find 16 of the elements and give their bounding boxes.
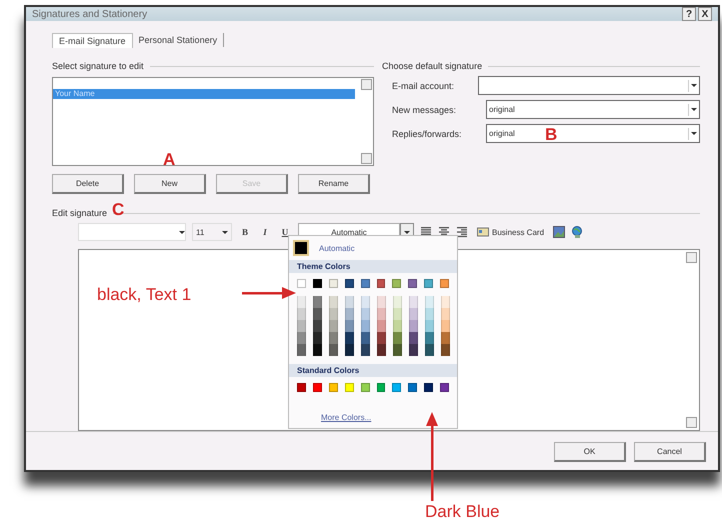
field-label: E-mail account: bbox=[392, 80, 456, 90]
annotation-label: Dark Blue bbox=[425, 502, 500, 522]
annotation-letter: C bbox=[112, 200, 124, 220]
field-value: 11 bbox=[196, 228, 204, 236]
field-label: Replies/forwards: bbox=[392, 128, 463, 138]
field-value: original bbox=[489, 105, 515, 114]
section-label: Edit signature bbox=[52, 208, 108, 218]
menu-heading: Theme Colors bbox=[289, 260, 457, 273]
section-label: Choose default signature bbox=[382, 61, 482, 71]
annotation-letter: B bbox=[545, 125, 558, 145]
section-label: Select signature to edit bbox=[52, 61, 144, 71]
annotation-label: black, Text 1 bbox=[97, 285, 192, 305]
field-value: original bbox=[489, 129, 515, 138]
menu-heading: Standard Colors bbox=[289, 364, 457, 377]
window-title: Signatures and Stationery bbox=[32, 8, 148, 20]
field-label: New messages: bbox=[392, 104, 458, 114]
